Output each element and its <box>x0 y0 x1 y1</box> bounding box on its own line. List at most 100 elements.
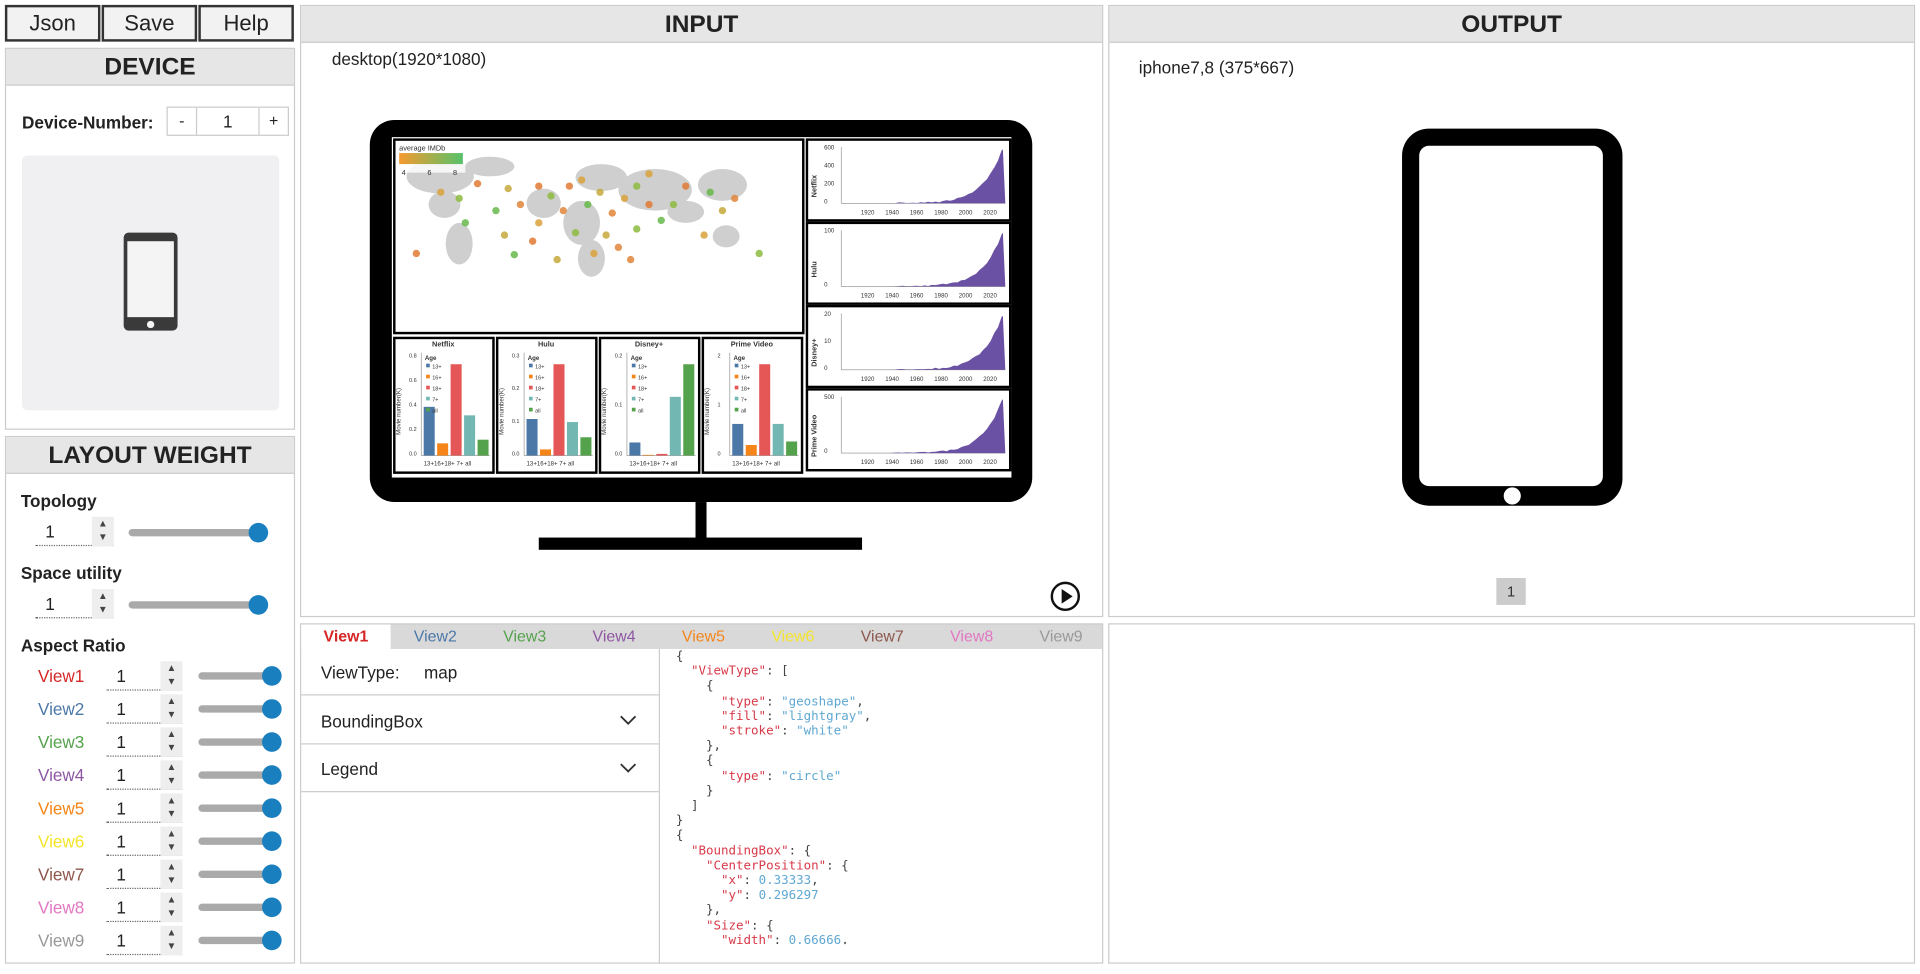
aspect-ratio-stepper[interactable]: 1 ▲ ▼ <box>107 860 183 889</box>
bar <box>553 364 564 455</box>
aspect-ratio-row-view1: View1 1 ▲ ▼ <box>6 661 295 694</box>
device-number-input[interactable]: 1 <box>197 108 258 135</box>
aspect-ratio-stepper[interactable]: 1 ▲ ▼ <box>107 827 183 856</box>
space-utility-slider[interactable] <box>129 601 261 608</box>
play-button[interactable] <box>1049 580 1081 612</box>
aspect-ratio-slider[interactable] <box>198 937 274 944</box>
device-plus-button[interactable]: + <box>258 108 287 135</box>
aspect-ratio-stepper[interactable]: 1 ▲ ▼ <box>107 760 183 789</box>
stepper-arrows-icon[interactable]: ▲ ▼ <box>160 860 182 889</box>
aspect-ratio-slider-knob[interactable] <box>262 765 282 785</box>
stepper-arrows-icon[interactable]: ▲ ▼ <box>160 727 182 756</box>
topology-slider-knob[interactable] <box>249 523 269 543</box>
tab-view3[interactable]: View3 <box>480 624 569 648</box>
aspect-ratio-stepper[interactable]: 1 ▲ ▼ <box>107 661 183 690</box>
layout-weight-title: LAYOUT WEIGHT <box>6 437 294 474</box>
aspect-ratio-row-view6: View6 1 ▲ ▼ <box>6 827 295 860</box>
aspect-ratio-value: 1 <box>116 732 126 752</box>
area-y-tick: 100 <box>824 228 835 235</box>
aspect-ratio-stepper[interactable]: 1 ▲ ▼ <box>107 893 183 922</box>
aspect-ratio-stepper[interactable]: 1 ▲ ▼ <box>107 926 183 955</box>
bar <box>478 440 489 456</box>
aspect-ratio-slider[interactable] <box>198 871 274 878</box>
topology-stepper[interactable]: 1 ▲ ▼ <box>36 517 114 546</box>
aspect-ratio-stepper[interactable]: 1 ▲ ▼ <box>107 694 183 723</box>
input-device-label: desktop(1920*1080) <box>332 49 486 69</box>
stepper-arrows-icon[interactable]: ▲ ▼ <box>160 827 182 856</box>
map-point <box>633 225 640 232</box>
stepper-arrows-icon[interactable]: ▲ ▼ <box>92 589 114 618</box>
space-utility-stepper[interactable]: 1 ▲ ▼ <box>36 589 114 618</box>
aspect-ratio-slider-knob[interactable] <box>262 666 282 686</box>
bar-legend-label: 7+ <box>638 398 644 404</box>
output-page-button[interactable]: 1 <box>1496 578 1525 605</box>
bar-legend-label: all <box>535 409 541 415</box>
tab-view5[interactable]: View5 <box>659 624 748 648</box>
stepper-arrows-icon[interactable]: ▲ ▼ <box>160 893 182 922</box>
bounding-box-label: BoundingBox <box>321 711 423 731</box>
bar-legend-label: 7+ <box>741 398 747 404</box>
aspect-ratio-slider-knob[interactable] <box>262 864 282 884</box>
bar-legend-swatch <box>632 386 636 390</box>
aspect-ratio-row-view7: View7 1 ▲ ▼ <box>6 860 295 893</box>
stepper-arrows-icon[interactable]: ▲ ▼ <box>160 926 182 955</box>
aspect-ratio-slider[interactable] <box>198 771 274 778</box>
topology-label: Topology <box>21 491 97 511</box>
tab-view6[interactable]: View6 <box>748 624 837 648</box>
aspect-ratio-stepper[interactable]: 1 ▲ ▼ <box>107 727 183 756</box>
aspect-ratio-slider[interactable] <box>198 804 274 811</box>
aspect-ratio-slider[interactable] <box>198 705 274 712</box>
area-y-tick: 500 <box>824 394 835 401</box>
save-button[interactable]: Save <box>102 5 198 42</box>
aspect-ratio-slider-knob[interactable] <box>262 798 282 818</box>
stepper-arrows-icon[interactable]: ▲ ▼ <box>160 760 182 789</box>
bounding-box-accordion[interactable]: BoundingBox <box>301 698 659 745</box>
stepper-arrows-icon[interactable]: ▲ ▼ <box>160 661 182 690</box>
map-point <box>504 185 511 192</box>
tab-view7[interactable]: View7 <box>838 624 927 648</box>
bar-y-tick: 0.0 <box>512 452 520 458</box>
bar <box>527 419 538 456</box>
aspect-ratio-stepper[interactable]: 1 ▲ ▼ <box>107 793 183 822</box>
aspect-ratio-slider-knob[interactable] <box>262 898 282 918</box>
json-button[interactable]: Json <box>5 5 101 42</box>
aspect-ratio-slider[interactable] <box>198 838 274 845</box>
stepper-arrows-icon[interactable]: ▲ ▼ <box>92 517 114 546</box>
aspect-ratio-value: 1 <box>116 699 126 719</box>
stepper-arrows-icon[interactable]: ▲ ▼ <box>160 694 182 723</box>
space-utility-slider-knob[interactable] <box>249 595 269 615</box>
json-editor[interactable]: { "ViewType": [ { "type": "geoshape", "f… <box>676 650 1092 944</box>
aspect-ratio-row-view8: View8 1 ▲ ▼ <box>6 893 295 926</box>
area-x-tick: 1940 <box>885 293 899 300</box>
device-preview-card[interactable] <box>22 156 279 411</box>
aspect-ratio-slider-knob[interactable] <box>262 732 282 752</box>
tab-view4[interactable]: View4 <box>569 624 658 648</box>
map-point <box>511 251 518 258</box>
topology-slider[interactable] <box>129 529 261 536</box>
map-point <box>609 209 616 216</box>
aspect-ratio-label: View3 <box>38 732 84 752</box>
desktop-monitor-preview[interactable]: average IMDb4 6 8Netflix60040020001920 1940… <box>367 118 1038 554</box>
aspect-ratio-row-view3: View3 1 ▲ ▼ <box>6 727 295 760</box>
aspect-ratio-label: View5 <box>38 798 84 818</box>
map-point <box>596 189 603 196</box>
viewtype-value[interactable]: map <box>424 662 457 682</box>
stepper-arrows-icon[interactable]: ▲ ▼ <box>160 793 182 822</box>
aspect-ratio-slider-knob[interactable] <box>262 931 282 951</box>
bar-chart-title: Prime Video <box>731 340 774 349</box>
space-utility-value: 1 <box>45 594 55 614</box>
bar-legend-swatch <box>529 364 533 368</box>
aspect-ratio-slider[interactable] <box>198 672 274 679</box>
bar-chart-ylabel: Movie number(K) <box>498 388 505 435</box>
help-button[interactable]: Help <box>198 5 294 42</box>
tab-view8[interactable]: View8 <box>927 624 1016 648</box>
aspect-ratio-slider[interactable] <box>198 738 274 745</box>
tab-view9[interactable]: View9 <box>1016 624 1105 648</box>
aspect-ratio-slider-knob[interactable] <box>262 831 282 851</box>
tab-view2[interactable]: View2 <box>391 624 480 648</box>
aspect-ratio-slider-knob[interactable] <box>262 699 282 719</box>
tab-view1[interactable]: View1 <box>301 624 390 648</box>
legend-accordion[interactable]: Legend <box>301 746 659 793</box>
device-minus-button[interactable]: - <box>168 108 197 135</box>
aspect-ratio-slider[interactable] <box>198 904 274 911</box>
